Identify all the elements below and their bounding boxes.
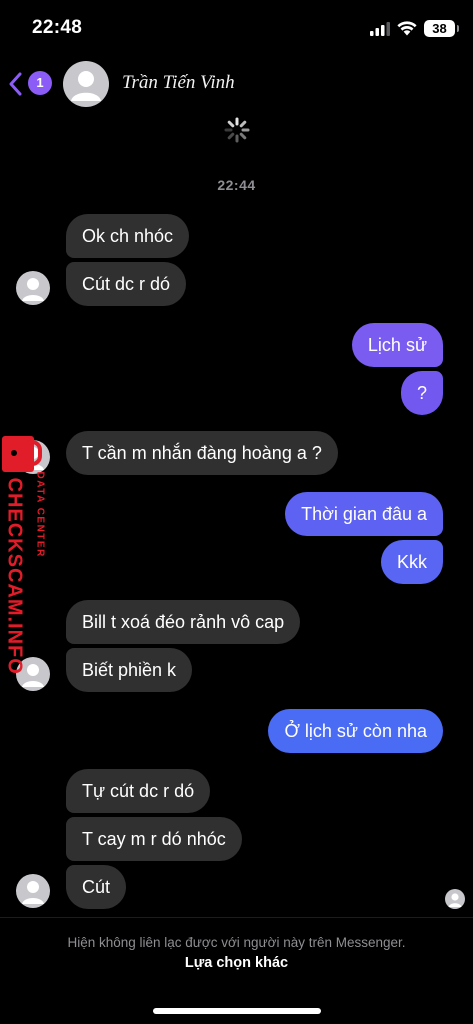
message-bubble-incoming[interactable]: Cút — [66, 865, 127, 909]
other-options-button[interactable]: Lựa chọn khác — [0, 955, 473, 971]
status-bar: 22:48 38 — [0, 0, 473, 56]
unread-badge: 1 — [28, 71, 52, 95]
message-bubble-incoming[interactable]: Tự cút dc r dó — [66, 769, 211, 813]
message-bubble-incoming[interactable]: Ok ch nhóc — [66, 214, 190, 258]
back-chevron-icon — [9, 72, 22, 96]
home-indicator[interactable] — [153, 1008, 321, 1014]
signal-icon — [370, 22, 390, 36]
seen-receipt-avatar — [445, 889, 465, 909]
message-timestamp: 22:44 — [217, 177, 256, 193]
message-bubble-outgoing[interactable]: ? — [400, 371, 443, 415]
back-button[interactable]: 1 — [8, 68, 54, 98]
message-bubble-incoming[interactable]: T cần m nhắn đàng hoàng a ? — [66, 431, 338, 475]
footer-divider — [0, 917, 473, 918]
watermark-subtitle: DATA CENTER — [34, 471, 46, 558]
sender-avatar[interactable] — [16, 874, 50, 908]
message-bubble-outgoing[interactable]: Ở lịch sử còn nha — [268, 709, 443, 753]
message-bubble-incoming[interactable]: Biết phiền k — [66, 648, 193, 692]
loading-spinner-icon — [224, 117, 250, 143]
avatar-placeholder-icon — [22, 278, 44, 301]
message-bubble-incoming[interactable]: Bill t xoá đéo rảnh vô cap — [66, 600, 301, 644]
message-bubble-incoming[interactable]: T cay m r dó nhóc — [66, 817, 242, 861]
message-bubble-outgoing[interactable]: Lịch sử — [351, 323, 443, 367]
lock-icon — [2, 436, 42, 472]
message-bubble-outgoing[interactable]: Thời gian đâu a — [285, 492, 443, 536]
avatar-placeholder-icon — [448, 893, 462, 907]
watermark: DATA CENTER CHECKSCAM.INFO — [0, 436, 56, 675]
sender-avatar[interactable] — [16, 271, 50, 305]
contact-avatar[interactable] — [63, 61, 109, 107]
wifi-icon — [397, 21, 417, 36]
avatar-placeholder-icon — [71, 71, 101, 101]
message-bubble-outgoing[interactable]: Kkk — [380, 540, 443, 584]
avatar-placeholder-icon — [22, 881, 44, 904]
unavailable-notice: Hiện không liên lạc được với người này t… — [67, 935, 406, 950]
battery-icon: 38 — [424, 20, 459, 37]
status-time: 22:48 — [32, 17, 83, 38]
message-bubble-incoming[interactable]: Cút dc r dó — [66, 262, 187, 306]
watermark-title: CHECKSCAM.INFO — [3, 477, 26, 675]
contact-name[interactable]: Trần Tiến Vinh — [122, 72, 235, 94]
chat-header: 1 Trần Tiến Vinh — [0, 56, 473, 112]
